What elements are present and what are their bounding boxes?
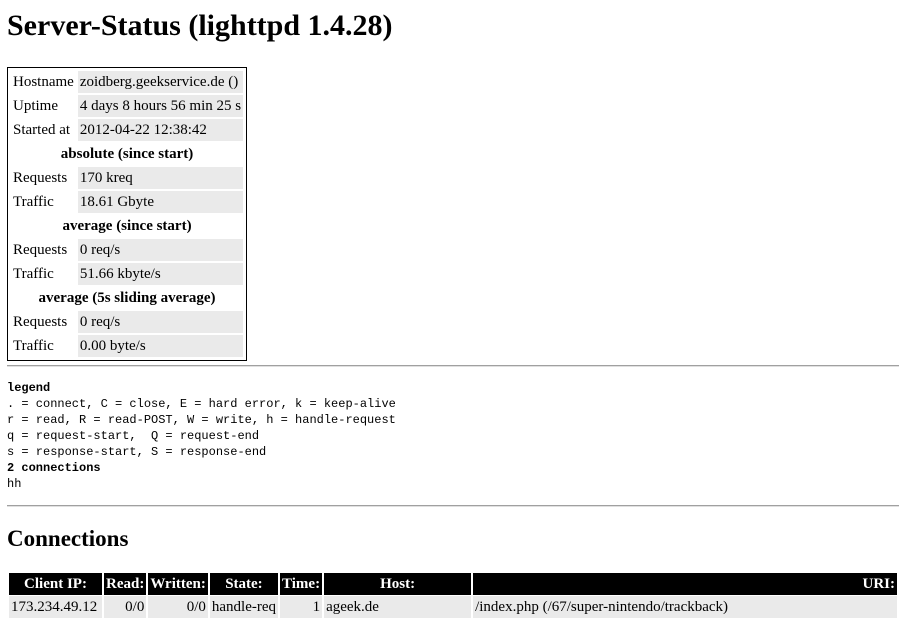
sld-requests-label: Requests bbox=[11, 311, 76, 333]
absolute-section-heading: absolute (since start) bbox=[11, 143, 244, 165]
uptime-label: Uptime bbox=[11, 95, 76, 117]
divider-top bbox=[7, 365, 899, 367]
legend-line-2: r = read, R = read-POST, W = write, h = … bbox=[7, 413, 396, 427]
sld-traffic-label: Traffic bbox=[11, 335, 76, 357]
col-host: Host: bbox=[324, 573, 472, 595]
cell-time: 1 bbox=[280, 596, 323, 618]
legend-block: legend . = connect, C = close, E = hard … bbox=[7, 380, 396, 492]
avg-requests-label: Requests bbox=[11, 239, 76, 261]
cell-host: ageek.de bbox=[324, 596, 472, 618]
hostname-label: Hostname bbox=[11, 71, 76, 93]
connections-count: 2 connections bbox=[7, 461, 101, 475]
sld-requests-value: 0 req/s bbox=[77, 311, 244, 333]
status-row-abs-requests: Requests 170 kreq bbox=[11, 167, 244, 189]
legend-title: legend bbox=[7, 381, 51, 395]
abs-requests-label: Requests bbox=[11, 167, 76, 189]
status-row-hostname: Hostname zoidberg.geekservice.de () bbox=[11, 71, 244, 93]
avg-traffic-value: 51.66 kbyte/s bbox=[77, 263, 244, 285]
uptime-value: 4 days 8 hours 56 min 25 s bbox=[77, 95, 244, 117]
abs-traffic-label: Traffic bbox=[11, 191, 76, 213]
status-row-avg-traffic: Traffic 51.66 kbyte/s bbox=[11, 263, 244, 285]
connection-state-string: hh bbox=[7, 477, 22, 491]
table-row: 173.234.49.12 0/0 0/0 handle-req 1 ageek… bbox=[9, 596, 897, 618]
started-at-value: 2012-04-22 12:38:42 bbox=[77, 119, 244, 141]
connections-table: Client IP: Read: Written: State: Time: H… bbox=[7, 572, 899, 619]
cell-read: 0/0 bbox=[104, 596, 147, 618]
col-state: State: bbox=[209, 573, 279, 595]
hostname-value: zoidberg.geekservice.de () bbox=[77, 71, 244, 93]
sld-traffic-value: 0.00 byte/s bbox=[77, 335, 244, 357]
section-row-average: average (since start) bbox=[11, 215, 244, 237]
abs-traffic-value: 18.61 Gbyte bbox=[77, 191, 244, 213]
legend-line-1: . = connect, C = close, E = hard error, … bbox=[7, 397, 396, 411]
status-row-sld-requests: Requests 0 req/s bbox=[11, 311, 244, 333]
col-written: Written: bbox=[148, 573, 208, 595]
col-time: Time: bbox=[280, 573, 323, 595]
cell-state: handle-req bbox=[209, 596, 279, 618]
cell-written: 0/0 bbox=[148, 596, 208, 618]
server-status-table: Hostname zoidberg.geekservice.de () Upti… bbox=[7, 67, 248, 361]
legend-line-3: q = request-start, Q = request-end bbox=[7, 429, 260, 443]
average-section-heading: average (since start) bbox=[11, 215, 244, 237]
page-title: Server-Status (lighttpd 1.4.28) bbox=[7, 9, 393, 42]
sliding-section-heading: average (5s sliding average) bbox=[11, 287, 244, 309]
avg-traffic-label: Traffic bbox=[11, 263, 76, 285]
divider-bottom bbox=[7, 505, 899, 507]
status-row-started: Started at 2012-04-22 12:38:42 bbox=[11, 119, 244, 141]
cell-uri: /index.php (/67/super-nintendo/trackback… bbox=[473, 596, 897, 618]
section-row-absolute: absolute (since start) bbox=[11, 143, 244, 165]
col-read: Read: bbox=[104, 573, 147, 595]
cell-client-ip: 173.234.49.12 bbox=[9, 596, 102, 618]
status-row-sld-traffic: Traffic 0.00 byte/s bbox=[11, 335, 244, 357]
status-row-uptime: Uptime 4 days 8 hours 56 min 25 s bbox=[11, 95, 244, 117]
started-at-label: Started at bbox=[11, 119, 76, 141]
legend-line-4: s = response-start, S = response-end bbox=[7, 445, 267, 459]
col-uri: URI: bbox=[473, 573, 897, 595]
section-row-sliding: average (5s sliding average) bbox=[11, 287, 244, 309]
connections-header-row: Client IP: Read: Written: State: Time: H… bbox=[9, 573, 897, 595]
avg-requests-value: 0 req/s bbox=[77, 239, 244, 261]
status-row-abs-traffic: Traffic 18.61 Gbyte bbox=[11, 191, 244, 213]
abs-requests-value: 170 kreq bbox=[77, 167, 244, 189]
status-row-avg-requests: Requests 0 req/s bbox=[11, 239, 244, 261]
col-client-ip: Client IP: bbox=[9, 573, 102, 595]
connections-heading: Connections bbox=[7, 526, 129, 551]
